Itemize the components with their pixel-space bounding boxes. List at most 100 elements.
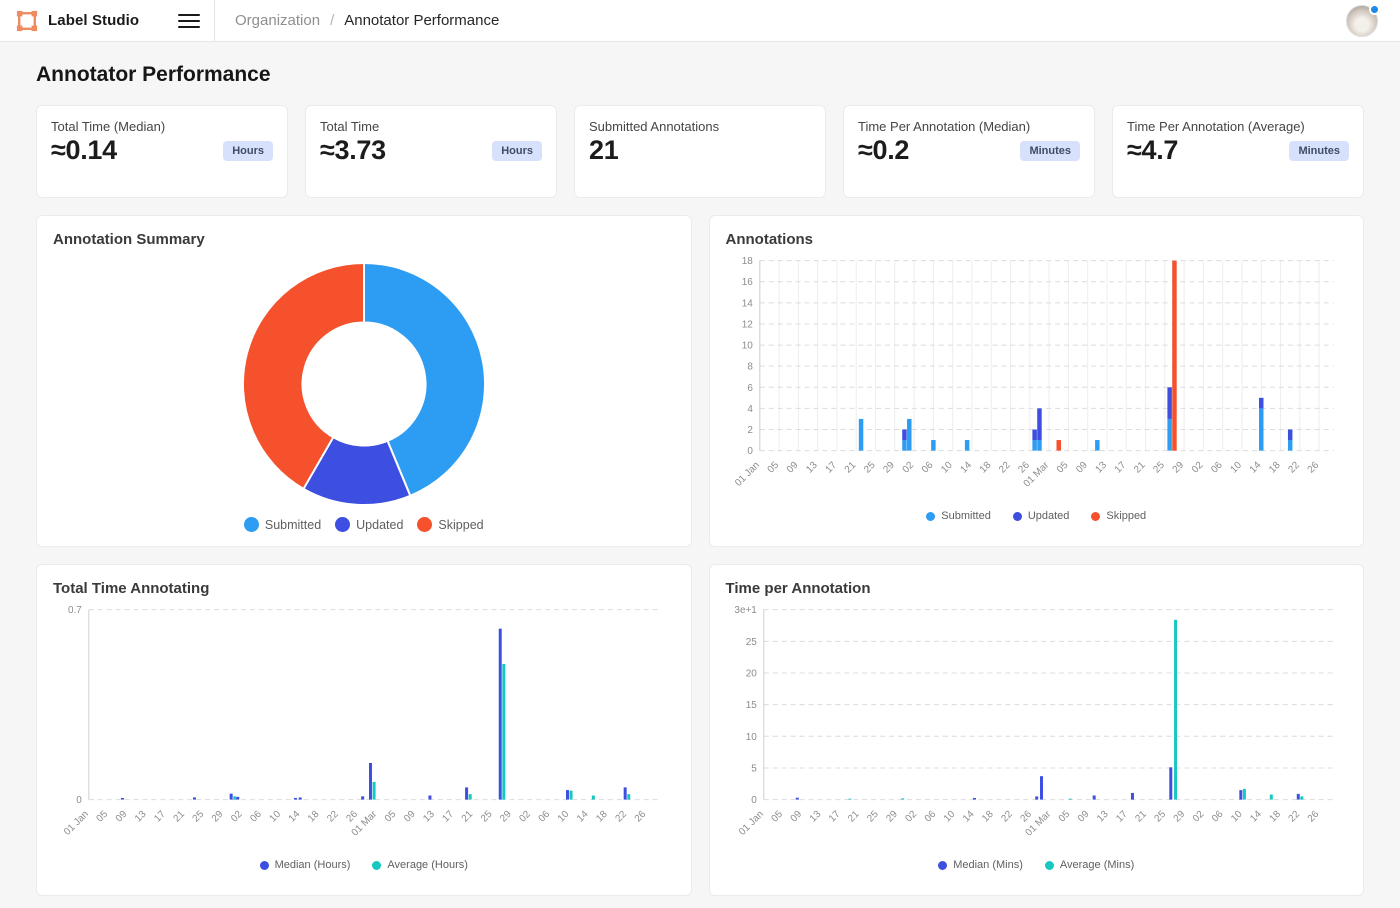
breadcrumb-organization[interactable]: Organization <box>235 12 320 29</box>
legend-dot-average <box>372 861 381 870</box>
hamburger-menu-icon[interactable] <box>178 13 200 29</box>
svg-text:18: 18 <box>306 809 322 825</box>
time-per-annotation-chart: 3e+1252015105001 Jan05091317212529020610… <box>726 599 1348 857</box>
legend-item-skipped[interactable]: Skipped <box>417 517 483 532</box>
svg-text:13: 13 <box>804 460 820 476</box>
svg-text:29: 29 <box>210 809 226 825</box>
annotation-summary-donut <box>240 260 488 508</box>
svg-text:22: 22 <box>613 809 629 825</box>
svg-text:09: 09 <box>1074 460 1090 476</box>
svg-text:10: 10 <box>1229 809 1245 825</box>
legend-label-updated: Updated <box>356 518 403 532</box>
svg-text:13: 13 <box>1093 460 1109 476</box>
legend-dot-median <box>938 861 947 870</box>
svg-text:20: 20 <box>745 668 757 679</box>
stat-card-value: 21 <box>589 135 618 166</box>
svg-text:09: 09 <box>114 809 130 825</box>
svg-text:17: 17 <box>1114 809 1130 825</box>
svg-text:25: 25 <box>1152 809 1168 825</box>
legend-dot-average <box>1045 861 1054 870</box>
svg-text:05: 05 <box>769 809 785 825</box>
svg-text:16: 16 <box>741 277 753 288</box>
svg-text:18: 18 <box>1267 809 1283 825</box>
annotation-summary-chart <box>53 248 675 515</box>
svg-text:09: 09 <box>784 460 800 476</box>
svg-text:14: 14 <box>575 809 591 825</box>
svg-text:17: 17 <box>440 809 456 825</box>
svg-text:13: 13 <box>1095 809 1111 825</box>
stat-card-value: ≈3.73 <box>320 135 386 166</box>
svg-text:02: 02 <box>903 809 919 825</box>
svg-text:02: 02 <box>517 809 533 825</box>
legend-item-average[interactable]: Average (Mins) <box>1045 859 1134 871</box>
stat-card-unit: Hours <box>223 141 273 161</box>
svg-text:05: 05 <box>765 460 781 476</box>
svg-text:21: 21 <box>1132 460 1148 476</box>
svg-text:25: 25 <box>745 637 757 648</box>
svg-text:14: 14 <box>287 809 303 825</box>
stat-card-unit: Minutes <box>1020 141 1080 161</box>
svg-text:02: 02 <box>900 460 916 476</box>
svg-text:10: 10 <box>1228 460 1244 476</box>
svg-text:21: 21 <box>1133 809 1149 825</box>
svg-text:01 Jan: 01 Jan <box>62 809 91 838</box>
legend-item-submitted[interactable]: Submitted <box>926 510 991 522</box>
svg-text:10: 10 <box>745 732 757 743</box>
svg-text:26: 26 <box>1305 460 1321 476</box>
svg-text:14: 14 <box>958 460 974 476</box>
svg-text:22: 22 <box>999 809 1015 825</box>
legend-label-median: Median (Mins) <box>953 859 1023 871</box>
svg-text:6: 6 <box>747 383 753 394</box>
svg-text:2: 2 <box>747 425 753 436</box>
brand-box[interactable]: Label Studio <box>0 0 215 41</box>
svg-text:05: 05 <box>383 809 399 825</box>
svg-text:21: 21 <box>171 809 187 825</box>
svg-text:10: 10 <box>741 341 753 352</box>
svg-text:13: 13 <box>421 809 437 825</box>
svg-text:05: 05 <box>1056 809 1072 825</box>
legend-dot-updated <box>1013 512 1022 521</box>
breadcrumb-separator: / <box>330 12 334 29</box>
svg-text:10: 10 <box>941 809 957 825</box>
legend-dot-median <box>260 861 269 870</box>
svg-text:26: 26 <box>1305 809 1321 825</box>
page-title: Annotator Performance <box>36 63 1364 87</box>
legend-item-median[interactable]: Median (Mins) <box>938 859 1023 871</box>
main-content: Annotator Performance Total Time (Median… <box>0 63 1400 896</box>
svg-text:17: 17 <box>152 809 168 825</box>
legend-item-average[interactable]: Average (Hours) <box>372 859 468 871</box>
svg-text:21: 21 <box>846 809 862 825</box>
stat-card-label: Time Per Annotation (Median) <box>858 119 1080 134</box>
svg-text:29: 29 <box>1170 460 1186 476</box>
svg-text:0: 0 <box>76 795 82 806</box>
legend-item-median[interactable]: Median (Hours) <box>260 859 351 871</box>
svg-text:06: 06 <box>248 809 264 825</box>
user-avatar[interactable] <box>1346 5 1378 37</box>
svg-text:29: 29 <box>1171 809 1187 825</box>
svg-text:25: 25 <box>479 809 495 825</box>
svg-text:21: 21 <box>842 460 858 476</box>
annotation-summary-title: Annotation Summary <box>53 231 675 248</box>
legend-dot-skipped <box>417 517 432 532</box>
svg-text:09: 09 <box>788 809 804 825</box>
svg-text:09: 09 <box>402 809 418 825</box>
legend-label-average: Average (Hours) <box>387 859 468 871</box>
annotation-summary-legend: Submitted Updated Skipped <box>53 515 675 534</box>
svg-text:18: 18 <box>1267 460 1283 476</box>
legend-item-submitted[interactable]: Submitted <box>244 517 321 532</box>
time-per-annotation-title: Time per Annotation <box>726 580 1348 597</box>
legend-label-submitted: Submitted <box>265 518 321 532</box>
stat-card-value: ≈4.7 <box>1127 135 1178 166</box>
legend-item-updated[interactable]: Updated <box>1013 510 1070 522</box>
svg-text:25: 25 <box>1151 460 1167 476</box>
svg-text:22: 22 <box>997 460 1013 476</box>
stat-card-unit: Minutes <box>1289 141 1349 161</box>
stat-card-label: Total Time (Median) <box>51 119 273 134</box>
svg-text:18: 18 <box>594 809 610 825</box>
legend-item-skipped[interactable]: Skipped <box>1091 510 1146 522</box>
legend-dot-updated <box>335 517 350 532</box>
total-time-annotating-card: Total Time Annotating 0.7001 Jan05091317… <box>36 564 692 896</box>
legend-item-updated[interactable]: Updated <box>335 517 403 532</box>
svg-text:5: 5 <box>751 763 757 774</box>
svg-text:0.7: 0.7 <box>68 605 82 616</box>
